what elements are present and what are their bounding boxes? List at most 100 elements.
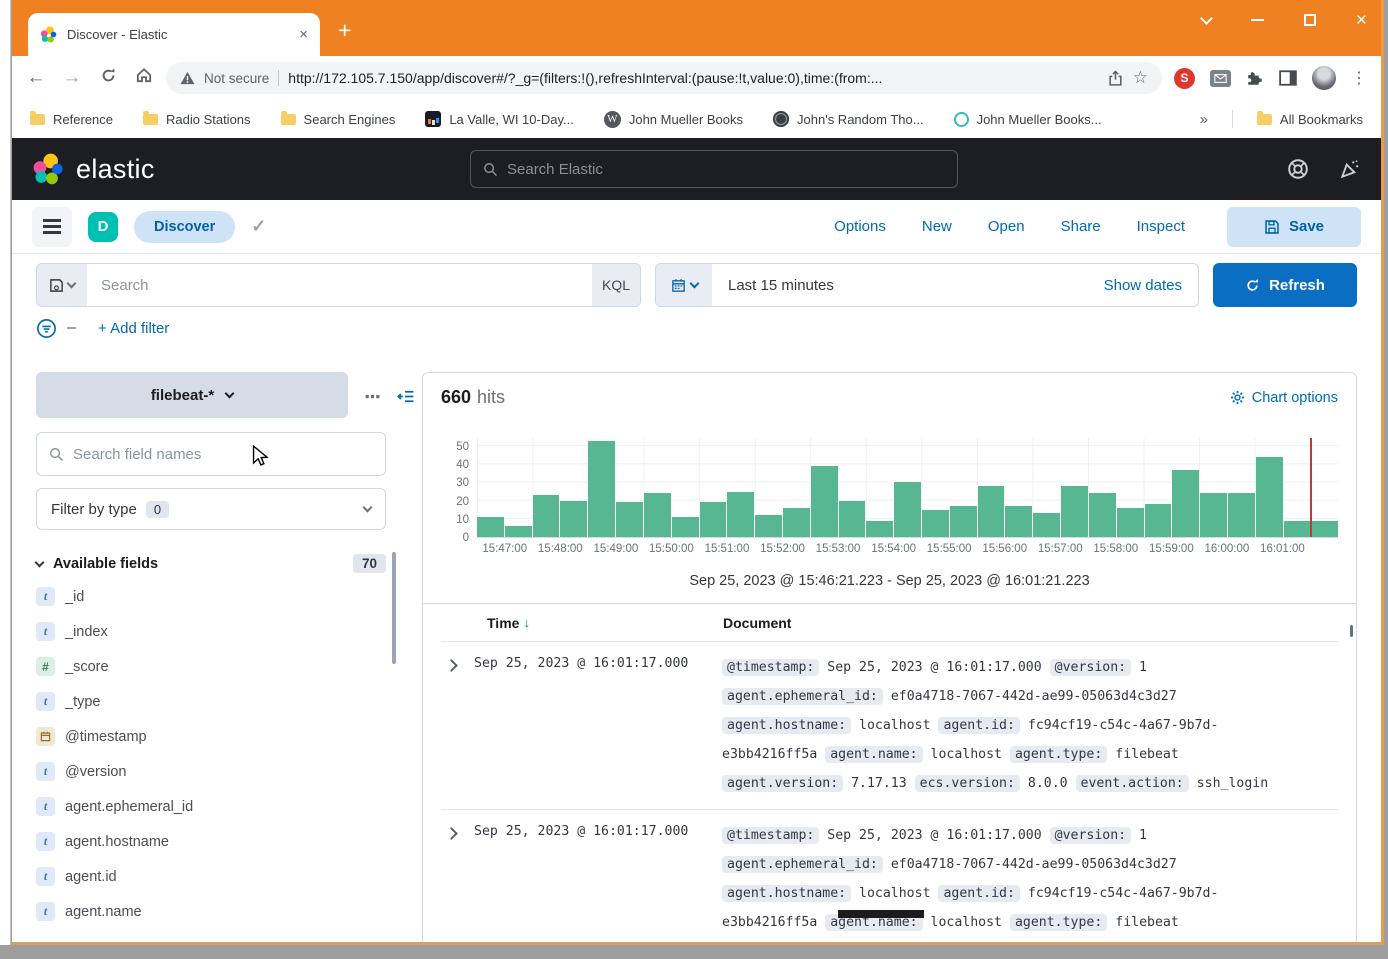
histogram-bar[interactable] (894, 482, 921, 537)
histogram-bar[interactable] (1089, 493, 1116, 537)
histogram-bar[interactable] (505, 526, 532, 537)
histogram-bar[interactable] (1311, 521, 1338, 537)
histogram-bar[interactable] (588, 441, 615, 537)
histogram-bar[interactable] (1284, 521, 1311, 537)
mail-extension-icon[interactable] (1210, 70, 1231, 87)
close-window-icon[interactable]: × (1356, 11, 1367, 30)
histogram-bar[interactable] (839, 501, 866, 537)
horizontal-scrollbar-thumb[interactable] (838, 910, 924, 918)
table-scrollbar-thumb[interactable] (1350, 625, 1353, 637)
filter-icon[interactable] (36, 318, 57, 339)
breadcrumb-discover[interactable]: Discover (134, 211, 235, 243)
bookmark-item[interactable]: John Mueller Books... (954, 112, 1102, 127)
reload-icon[interactable] (94, 67, 122, 90)
nav-link-options[interactable]: Options (834, 218, 886, 235)
field-item[interactable]: t_type (36, 684, 388, 719)
tab-close-icon[interactable]: × (299, 27, 308, 42)
chart-options-button[interactable]: Chart options (1230, 390, 1338, 406)
histogram-bar[interactable] (644, 493, 671, 537)
index-pattern-selector[interactable]: filebeat-* (36, 372, 348, 418)
address-bar[interactable]: Not secure http://172.105.7.150/app/disc… (166, 62, 1162, 94)
search-input[interactable]: Search (87, 264, 592, 306)
profile-avatar[interactable] (1312, 66, 1336, 90)
url-text[interactable]: http://172.105.7.150/app/discover#/?_g=(… (288, 70, 1097, 86)
browser-tab[interactable]: Discover - Elastic × (28, 13, 320, 56)
histogram-bar[interactable] (477, 517, 504, 537)
histogram-bar[interactable] (1033, 513, 1060, 537)
space-badge[interactable]: D (88, 212, 118, 242)
side-panel-icon[interactable] (1279, 70, 1297, 86)
field-item[interactable]: #_score (36, 649, 388, 684)
kql-button[interactable]: KQL (592, 264, 640, 306)
field-item[interactable]: tagent.name (36, 894, 388, 929)
bookmark-item[interactable]: WJohn Mueller Books (604, 111, 743, 128)
nav-link-open[interactable]: Open (988, 218, 1025, 235)
browser-menu-icon[interactable]: ⋮ (1351, 68, 1367, 88)
field-item[interactable]: t_index (36, 614, 388, 649)
field-item[interactable]: tagent.ephemeral_id (36, 789, 388, 824)
histogram-bar[interactable] (700, 502, 727, 537)
bookmark-item[interactable]: Radio Stations (143, 112, 251, 127)
histogram-bar[interactable] (533, 495, 560, 537)
extensions-puzzle-icon[interactable] (1246, 69, 1264, 87)
available-fields-header[interactable]: Available fields 70 (36, 554, 386, 573)
add-filter-button[interactable]: + Add filter (98, 320, 169, 337)
share-icon[interactable] (1107, 70, 1124, 87)
field-search-input[interactable]: Search field names (36, 432, 386, 476)
home-icon[interactable] (130, 66, 158, 90)
forward-icon[interactable]: → (58, 67, 86, 89)
minimize-icon[interactable] (1251, 19, 1264, 21)
bookmark-star-icon[interactable]: ☆ (1133, 68, 1148, 88)
expand-row-icon[interactable] (445, 659, 458, 672)
security-label[interactable]: Not secure (204, 71, 269, 86)
histogram-bar[interactable] (1256, 457, 1283, 537)
histogram-bar[interactable] (978, 486, 1005, 537)
histogram-bar[interactable] (616, 502, 643, 537)
histogram-bar[interactable] (672, 517, 699, 537)
tab-search-icon[interactable] (1200, 12, 1213, 25)
field-item[interactable]: @timestamp (36, 719, 388, 754)
histogram-bar[interactable] (811, 466, 838, 537)
histogram-bar[interactable] (1005, 506, 1032, 537)
histogram-bar[interactable] (866, 521, 893, 537)
nav-link-inspect[interactable]: Inspect (1137, 218, 1185, 235)
saved-query-menu-button[interactable] (37, 264, 87, 306)
field-item[interactable]: t@version (36, 754, 388, 789)
histogram-bar[interactable] (1228, 493, 1255, 537)
field-item[interactable]: t_id (36, 579, 388, 614)
histogram-bar[interactable] (1117, 508, 1144, 537)
plot-area[interactable] (477, 438, 1338, 538)
bookmark-item[interactable]: Reference (30, 112, 113, 127)
histogram-bar[interactable] (1145, 504, 1172, 537)
menu-hamburger-icon[interactable] (32, 207, 72, 247)
new-tab-button[interactable]: + (338, 17, 351, 44)
bookmark-item[interactable]: Search Engines (281, 112, 396, 127)
histogram-bar[interactable] (1172, 470, 1199, 537)
histogram-bar[interactable] (783, 508, 810, 537)
histogram-bar[interactable] (1200, 493, 1227, 537)
time-range-value[interactable]: Last 15 minutes (712, 277, 1104, 294)
maximize-icon[interactable] (1304, 14, 1316, 26)
sidebar-scrollbar[interactable] (392, 552, 396, 664)
histogram-bar[interactable] (922, 510, 949, 537)
histogram-bar[interactable] (1061, 486, 1088, 537)
bookmark-item[interactable]: John's Random Tho... (773, 111, 924, 127)
filter-by-type-select[interactable]: Filter by type 0 (36, 488, 386, 530)
save-button[interactable]: Save (1227, 207, 1361, 247)
histogram-bar[interactable] (727, 492, 754, 537)
all-bookmarks-button[interactable]: All Bookmarks (1257, 112, 1363, 127)
histogram-bar[interactable] (560, 501, 587, 537)
back-icon[interactable]: ← (22, 67, 50, 89)
nav-link-share[interactable]: Share (1061, 218, 1101, 235)
bookmarks-overflow-icon[interactable]: » (1200, 111, 1208, 128)
bookmark-item[interactable]: La Valle, WI 10-Day... (425, 111, 574, 127)
field-item[interactable]: tagent.hostname (36, 824, 388, 859)
shield-extension-icon[interactable]: S (1174, 68, 1195, 89)
help-lifering-icon[interactable] (1287, 158, 1309, 180)
histogram-bar[interactable] (950, 506, 977, 537)
collapse-sidebar-icon[interactable] (397, 388, 415, 405)
refresh-button[interactable]: Refresh (1213, 263, 1357, 307)
expand-row-icon[interactable] (445, 827, 458, 840)
histogram-bar[interactable] (755, 515, 782, 537)
newsfeed-icon[interactable] (1339, 158, 1361, 180)
